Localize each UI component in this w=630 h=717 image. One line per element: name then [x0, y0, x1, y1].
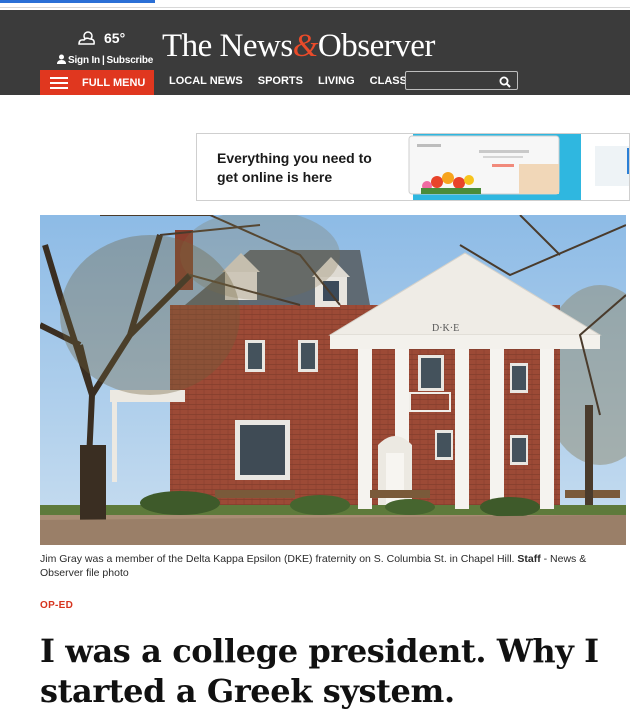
photo-caption: Jim Gray was a member of the Delta Kappa… [40, 552, 610, 580]
browser-top-strip [0, 0, 630, 8]
ad-headline: Everything you need to get online is her… [217, 150, 372, 185]
search-icon[interactable] [499, 75, 511, 88]
account-links: Sign In | Subscribe [57, 54, 153, 67]
subscribe-link[interactable]: Subscribe [107, 55, 154, 66]
partly-cloudy-icon [76, 30, 98, 46]
weather-temperature: 65° [104, 30, 126, 46]
caption-credit: Staff [517, 553, 541, 565]
user-icon [57, 54, 66, 67]
account-separator: | [101, 55, 105, 66]
search-input[interactable] [409, 73, 497, 88]
weather-widget[interactable]: 65° [76, 30, 125, 46]
section-label[interactable]: OP-ED [40, 600, 73, 611]
caption-text: Jim Gray was a member of the Delta Kappa… [40, 553, 515, 565]
search-box [405, 71, 518, 90]
logo-text-news: The News [162, 28, 293, 64]
bookmark-bar-highlight [0, 0, 155, 3]
advertisement-banner[interactable]: Everything you need to get online is her… [196, 133, 630, 201]
logo-text-observer: Observer [317, 28, 435, 64]
hamburger-icon [50, 76, 68, 89]
article-headline: I was a college president. Why I started… [40, 632, 599, 710]
nav-item-living[interactable]: LIVING [318, 75, 355, 87]
nav-item-sports[interactable]: SPORTS [258, 75, 303, 87]
sign-in-link[interactable]: Sign In [68, 55, 100, 66]
site-logo[interactable]: The News&Observer [162, 28, 435, 65]
nav-item-local-news[interactable]: LOCAL NEWS [169, 75, 243, 87]
article-photo[interactable]: D·K·E [40, 215, 626, 545]
full-menu-button[interactable]: FULL MENU [40, 70, 154, 95]
building-sign: D·K·E [432, 323, 459, 334]
logo-ampersand: & [292, 28, 319, 64]
main-nav: LOCAL NEWS SPORTS LIVING CLASSIFIEDS [169, 75, 442, 87]
full-menu-label: FULL MENU [82, 76, 146, 89]
ad-image [399, 134, 629, 200]
fraternity-house-image: D·K·E [40, 215, 626, 545]
